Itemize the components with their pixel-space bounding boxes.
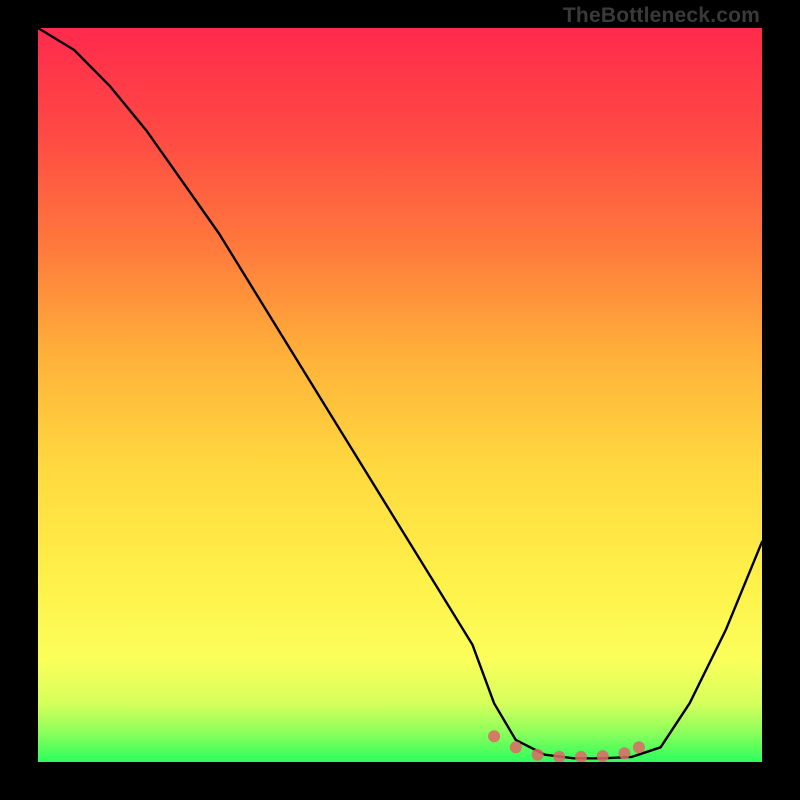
marker-dot: [510, 741, 522, 753]
marker-dot: [597, 750, 609, 762]
chart-frame: TheBottleneck.com: [0, 0, 800, 800]
watermark-text: TheBottleneck.com: [563, 4, 760, 28]
marker-dot: [553, 751, 565, 762]
bottleneck-curve: [38, 28, 762, 758]
marker-dot: [633, 741, 645, 753]
marker-dot: [532, 749, 544, 761]
marker-dot: [618, 747, 630, 759]
marker-dot: [575, 751, 587, 762]
plot-area: [38, 28, 762, 762]
curve-svg: [38, 28, 762, 762]
marker-dot: [488, 730, 500, 742]
